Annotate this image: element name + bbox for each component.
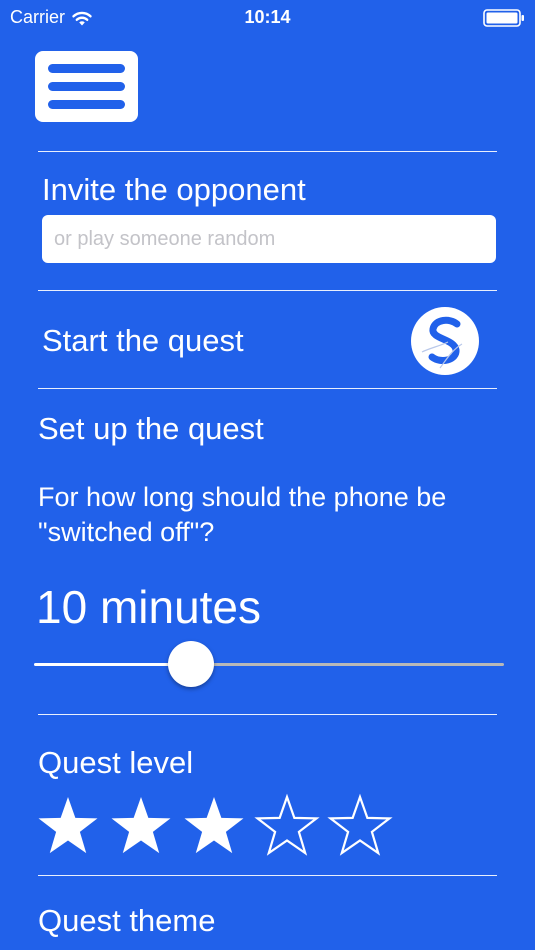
quest-theme-label: Quest theme xyxy=(38,903,216,938)
star-filled-icon[interactable] xyxy=(181,793,247,859)
divider xyxy=(38,151,497,152)
setup-question: For how long should the phone be "switch… xyxy=(38,482,447,547)
star-filled-icon[interactable] xyxy=(35,793,101,859)
skype-icon xyxy=(411,307,479,375)
star-filled-icon[interactable] xyxy=(108,793,174,859)
slider-track xyxy=(190,663,504,666)
slider-track-filled xyxy=(34,663,190,666)
divider xyxy=(38,388,497,389)
duration-slider[interactable] xyxy=(34,640,504,688)
duration-value: 10 minutes xyxy=(36,581,262,633)
slider-thumb[interactable] xyxy=(168,641,214,687)
setup-heading: Set up the quest xyxy=(38,411,264,446)
start-quest-label: Start the quest xyxy=(42,323,244,358)
star-empty-icon[interactable] xyxy=(327,793,393,859)
battery-icon xyxy=(483,9,524,27)
divider xyxy=(38,875,497,876)
opponent-input[interactable] xyxy=(42,215,496,263)
invite-label: Invite the opponent xyxy=(42,172,306,207)
start-quest-button[interactable] xyxy=(410,306,480,376)
menu-button[interactable] xyxy=(35,51,138,122)
status-time: 10:14 xyxy=(244,7,291,27)
star-empty-icon[interactable] xyxy=(254,793,320,859)
divider xyxy=(38,714,497,715)
status-bar: Carrier 10:14 xyxy=(0,0,535,36)
divider xyxy=(38,290,497,291)
quest-level-label: Quest level xyxy=(38,745,194,780)
